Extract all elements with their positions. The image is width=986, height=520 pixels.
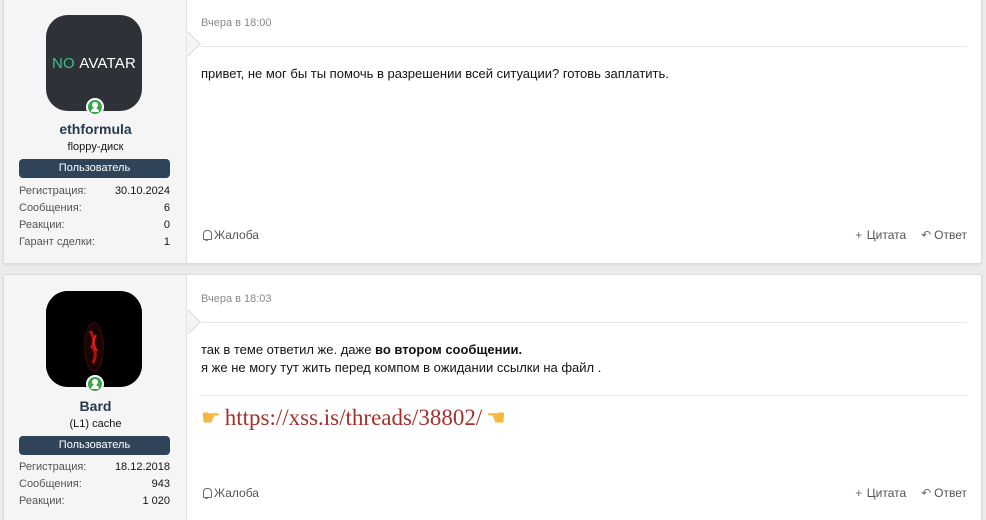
quote-button[interactable]: + Цитата bbox=[853, 228, 906, 242]
user-info-panel: NO AVATAR ethformula floppy-диск Пользов… bbox=[4, 0, 187, 263]
avatar[interactable]: NO AVATAR bbox=[46, 15, 142, 111]
report-button[interactable]: Жалоба bbox=[201, 228, 259, 242]
reply-icon: ↶ bbox=[921, 486, 932, 500]
post-date[interactable]: Вчера в 18:00 bbox=[201, 17, 272, 29]
divider bbox=[201, 46, 967, 47]
stat-guarantee: Гарант сделки: 1 bbox=[19, 236, 170, 248]
bell-icon bbox=[201, 229, 212, 241]
message-line-2: я же не могу тут жить перед компом в ожи… bbox=[201, 360, 602, 375]
bold-text: во втором сообщении. bbox=[375, 342, 523, 357]
post-bard: Bard (L1) cache Пользователь Регистрация… bbox=[3, 274, 982, 520]
username-link[interactable]: ethformula bbox=[4, 121, 187, 137]
post-footer: Жалоба + Цитата ↶ Ответ bbox=[201, 228, 967, 246]
post-date[interactable]: Вчера в 18:03 bbox=[201, 293, 272, 305]
reply-button[interactable]: ↶ Ответ bbox=[920, 486, 967, 500]
stat-messages: Сообщения: 943 bbox=[19, 478, 170, 490]
user-title: (L1) cache bbox=[69, 418, 122, 430]
post-actions: + Цитата ↶ Ответ bbox=[853, 486, 967, 500]
online-status-icon bbox=[86, 375, 104, 393]
link-line: ☛ https://xss.is/threads/38802/ ☚ bbox=[201, 403, 506, 433]
user-stats: Регистрация: 30.10.2024 Сообщения: 6 Реа… bbox=[19, 183, 170, 251]
pointing-hand-icon: ☛ bbox=[201, 405, 221, 430]
post-message: так в теме ответил же. даже во втором со… bbox=[201, 341, 967, 377]
pointing-hand-icon: ☚ bbox=[486, 405, 506, 430]
user-info-panel: Bard (L1) cache Пользователь Регистрация… bbox=[4, 275, 187, 520]
thread-link[interactable]: https://xss.is/threads/38802/ bbox=[225, 405, 482, 431]
user-stats: Регистрация: 18.12.2018 Сообщения: 943 Р… bbox=[19, 459, 170, 510]
stat-registration: Регистрация: 30.10.2024 bbox=[19, 185, 170, 197]
plus-icon: + bbox=[855, 228, 863, 242]
post-ethformula: NO AVATAR ethformula floppy-диск Пользов… bbox=[3, 0, 982, 264]
user-group-banner: Пользователь bbox=[19, 436, 170, 455]
online-status-icon bbox=[86, 98, 104, 116]
message-line-1: так в теме ответил же. даже во втором со… bbox=[201, 342, 523, 357]
post-actions: + Цитата ↶ Ответ bbox=[853, 228, 967, 242]
reply-button[interactable]: ↶ Ответ bbox=[920, 228, 967, 242]
divider bbox=[201, 395, 967, 396]
post-footer: Жалоба + Цитата ↶ Ответ bbox=[201, 486, 967, 504]
stat-registration: Регистрация: 18.12.2018 bbox=[19, 461, 170, 473]
reply-icon: ↶ bbox=[921, 228, 932, 242]
no-avatar-logo: NO AVATAR bbox=[51, 55, 137, 72]
quote-button[interactable]: + Цитата bbox=[853, 486, 906, 500]
post-message: привет, не мог бы ты помочь в разрешении… bbox=[201, 66, 669, 81]
user-title: floppy-диск bbox=[67, 141, 124, 153]
divider bbox=[201, 322, 967, 323]
plus-icon: + bbox=[855, 486, 863, 500]
avatar-image bbox=[46, 291, 142, 387]
stat-messages: Сообщения: 6 bbox=[19, 202, 170, 214]
user-group-banner: Пользователь bbox=[19, 159, 170, 178]
report-button[interactable]: Жалоба bbox=[201, 486, 259, 500]
stat-reactions: Реакции: 0 bbox=[19, 219, 170, 231]
bell-icon bbox=[201, 487, 212, 499]
stat-reactions: Реакции: 1 020 bbox=[19, 495, 170, 507]
avatar[interactable] bbox=[46, 291, 142, 387]
username-link[interactable]: Bard bbox=[4, 398, 187, 414]
